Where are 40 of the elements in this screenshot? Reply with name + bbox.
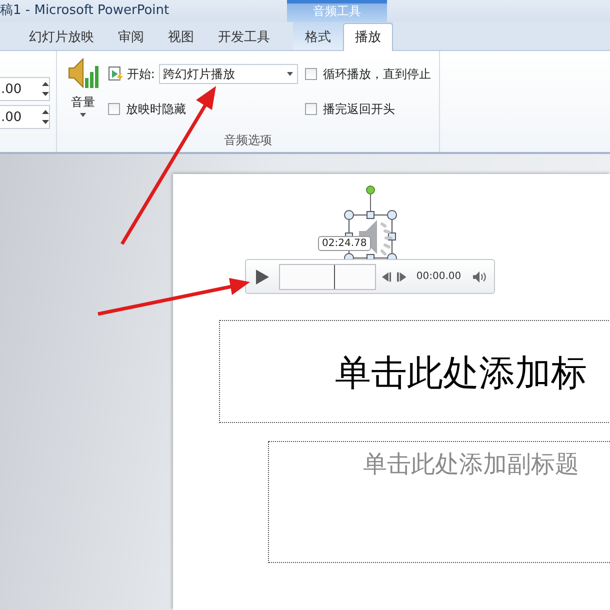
checkbox-option[interactable]: 循环播放，直到停止 <box>305 62 439 86</box>
checkbox[interactable] <box>305 103 317 115</box>
spin-field[interactable]: .00 <box>0 77 50 101</box>
checkbox-label: 循环播放，直到停止 <box>323 66 431 82</box>
ribbon-tab[interactable]: 播放 <box>343 23 393 51</box>
step-back-icon[interactable] <box>382 272 392 282</box>
volume-label: 音量 <box>71 94 95 111</box>
spin-arrows-icon[interactable] <box>42 81 49 97</box>
ribbon-tab[interactable]: 开发工具 <box>206 24 282 50</box>
checkbox-label: 播完返回开头 <box>323 100 395 118</box>
checkbox-label: 放映时隐藏 <box>126 100 186 118</box>
checkbox-option[interactable]: 放映时隐藏 <box>108 97 298 121</box>
checkbox-option[interactable]: 播完返回开头 <box>305 97 439 121</box>
group-label: 音频选项 <box>223 132 273 149</box>
progress-track[interactable] <box>279 264 376 290</box>
spin-value: .00 <box>1 82 22 96</box>
checkbox[interactable] <box>108 103 120 115</box>
context-tab-header: 音频工具 <box>287 0 387 22</box>
caret-icon <box>287 72 293 76</box>
dropdown-value: 跨幻灯片播放 <box>162 66 235 82</box>
playback-time: 00:00.00 <box>416 271 462 282</box>
volume-icon[interactable] <box>473 270 488 282</box>
title-placeholder[interactable]: 单击此处添加标 <box>219 320 610 423</box>
ribbon-tab[interactable]: 格式 <box>293 24 343 50</box>
start-dropdown[interactable]: 跨幻灯片播放 <box>158 64 298 84</box>
volume-button[interactable]: 音量 <box>65 56 101 132</box>
time-tooltip: 02:24.78 <box>318 236 371 251</box>
ribbon-tab[interactable]: 审阅 <box>106 24 156 50</box>
spin-arrows-icon[interactable] <box>42 109 49 125</box>
play-lightning-icon <box>108 66 124 82</box>
step-forward-icon[interactable] <box>397 272 406 282</box>
play-icon[interactable] <box>256 268 270 284</box>
spin-field[interactable]: .00 <box>0 105 50 129</box>
caret-icon <box>80 113 86 117</box>
spin-value: .00 <box>1 110 22 124</box>
ribbon-tab[interactable]: 幻灯片放映 <box>17 24 106 50</box>
start-label: 开始: <box>126 66 155 82</box>
ribbon-tab[interactable]: 视图 <box>156 24 206 50</box>
checkbox[interactable] <box>305 68 317 80</box>
window-title: 稿1 - Microsoft PowerPoint <box>0 2 170 20</box>
